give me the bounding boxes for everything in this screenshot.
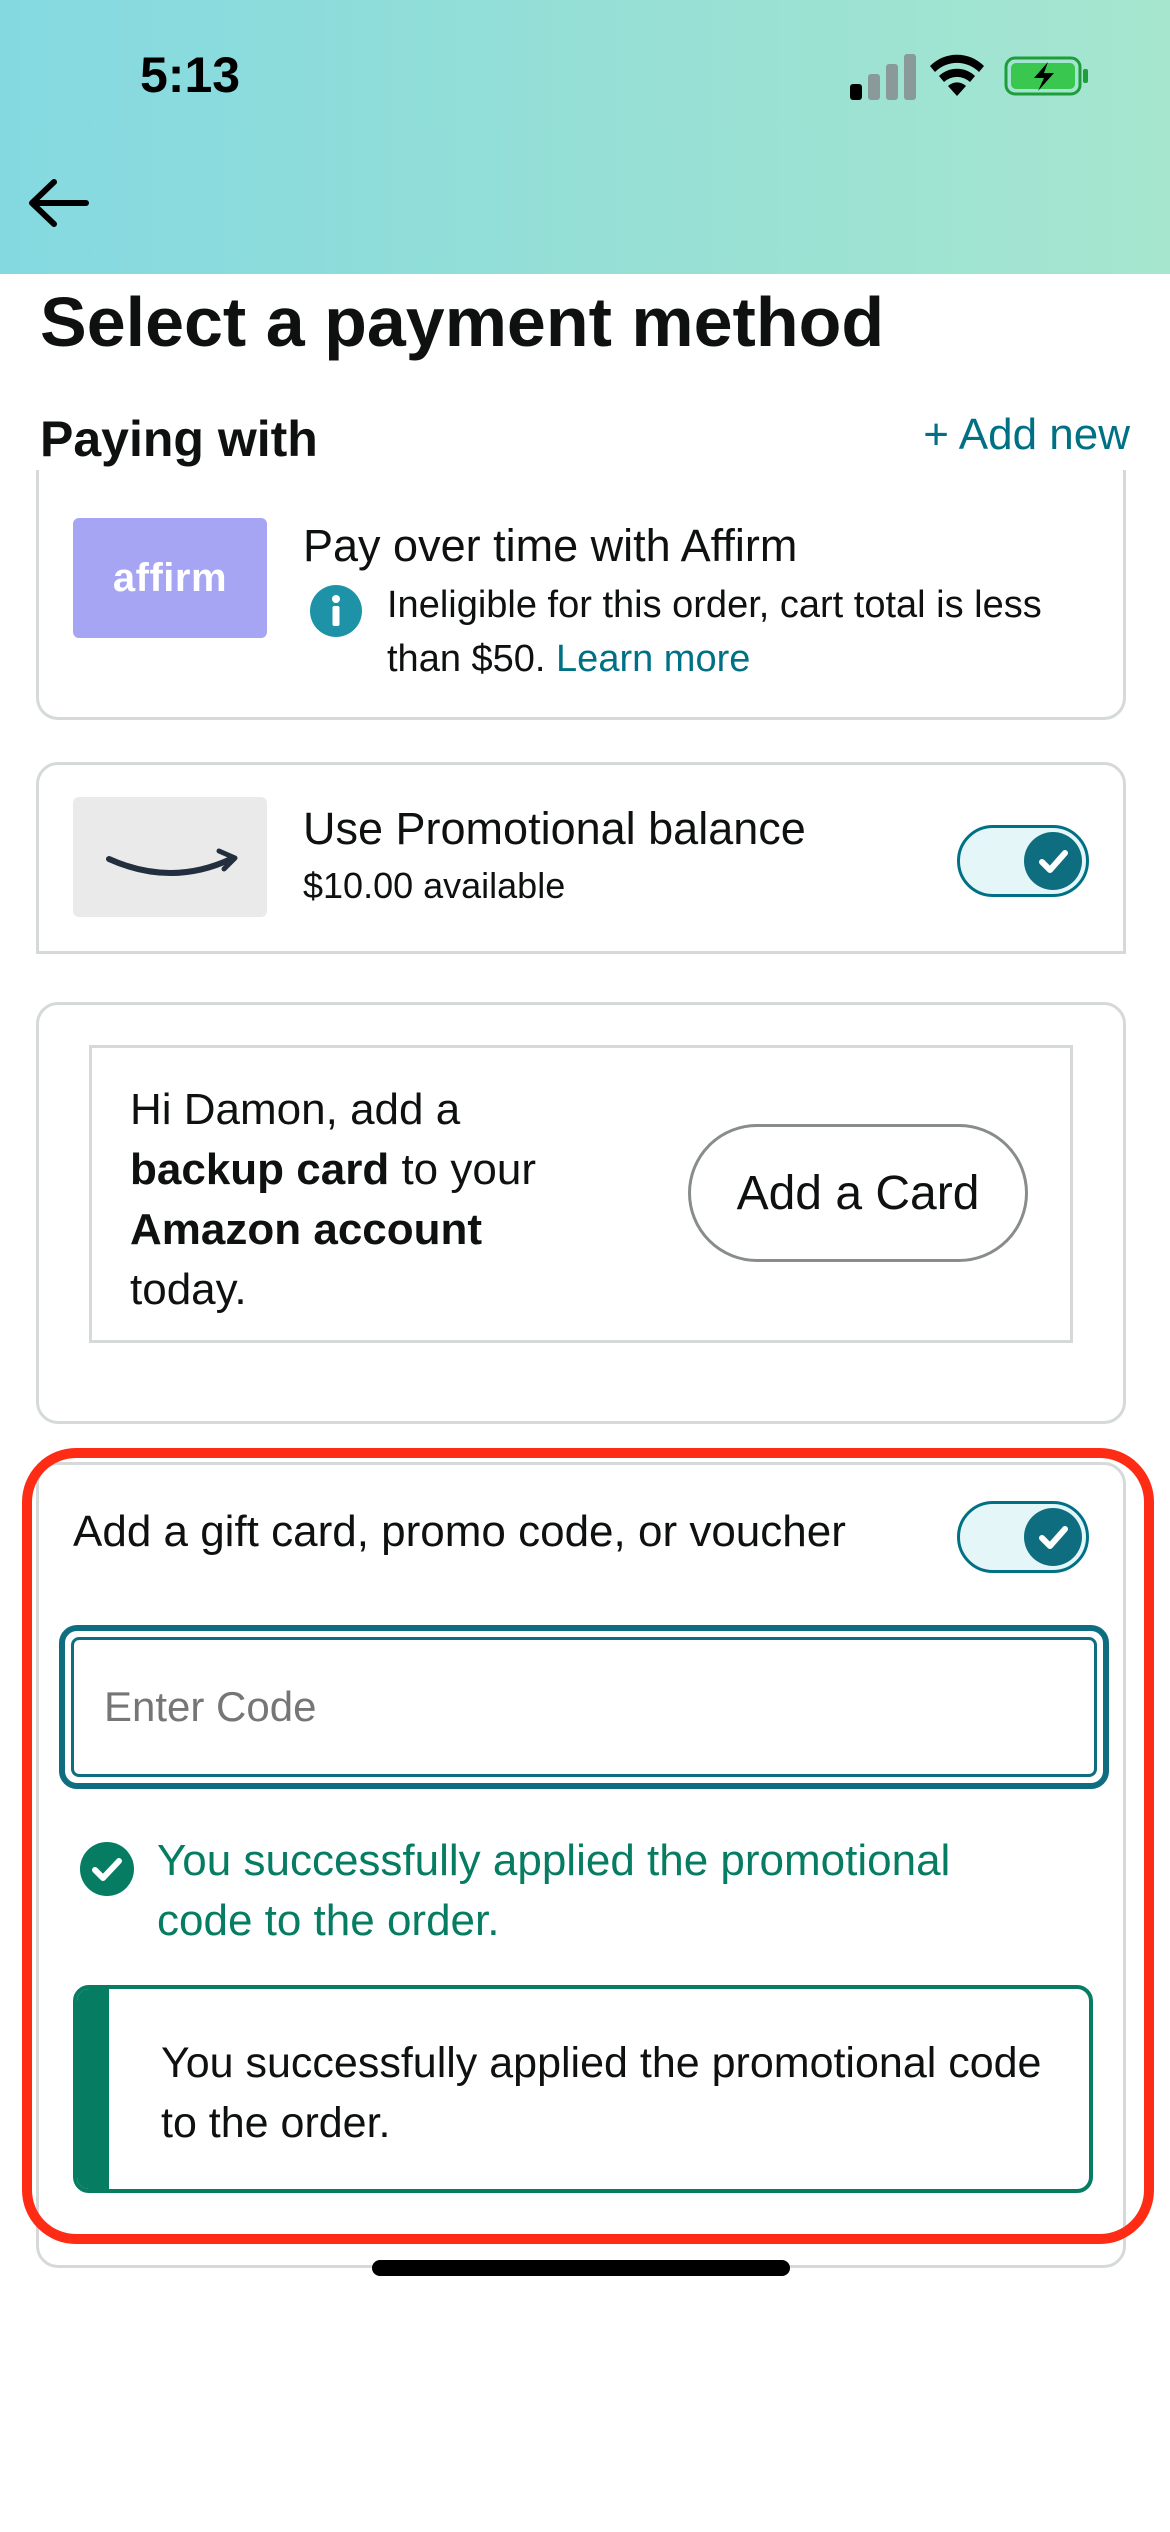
gift-card-toggle[interactable] (957, 1501, 1089, 1573)
wifi-icon (930, 54, 984, 96)
backup-card-message: Hi Damon, add a backup card to your Amaz… (130, 1080, 600, 1320)
learn-more-link[interactable]: Learn more (556, 638, 750, 680)
cellular-signal-icon (868, 74, 880, 100)
promo-code-input[interactable] (71, 1637, 1097, 1777)
cellular-signal-icon (850, 84, 862, 100)
backup-text-bold2: Amazon account (130, 1205, 483, 1254)
check-icon (1024, 1508, 1082, 1566)
backup-text-line2: to your (401, 1145, 536, 1194)
gift-card-title: Add a gift card, promo code, or voucher (73, 1507, 846, 1556)
app-header: 5:13 (0, 0, 1170, 274)
battery-charging-icon (1004, 56, 1088, 96)
paying-with-title: Paying with (40, 411, 318, 467)
promotional-balance-available: $10.00 available (303, 865, 566, 906)
success-check-icon (80, 1842, 134, 1896)
status-icons (850, 52, 1090, 100)
page-title: Select a payment method (40, 283, 885, 361)
success-message: You successfully applied the promotional… (157, 1836, 951, 1945)
info-icon (310, 585, 362, 637)
cellular-signal-icon (904, 54, 916, 100)
amazon-smile-icon (106, 848, 238, 876)
affirm-ineligible-note: Ineligible for this order, cart total is… (387, 578, 1087, 686)
backup-text-line3: today. (130, 1265, 247, 1314)
alert-stripe (77, 1989, 109, 2189)
add-a-card-button[interactable]: Add a Card (688, 1124, 1028, 1262)
backup-text-bold1: backup card (130, 1145, 390, 1194)
affirm-title: Pay over time with Affirm (303, 520, 798, 571)
backup-text-line1: Hi Damon, add a (130, 1085, 461, 1134)
back-arrow-icon[interactable] (24, 168, 94, 238)
affirm-logo: affirm (73, 518, 267, 638)
gift-card-section: Add a gift card, promo code, or voucher … (36, 1462, 1126, 2268)
promotional-balance-card: Use Promotional balance $10.00 available (36, 762, 1126, 954)
add-new-payment-link[interactable]: + Add new (923, 410, 1130, 460)
amazon-logo (73, 797, 267, 917)
promotional-balance-title: Use Promotional balance (303, 803, 806, 854)
success-alert-box: You successfully applied the promotional… (73, 1985, 1093, 2193)
cellular-signal-icon (886, 64, 898, 100)
code-input-wrapper (59, 1625, 1109, 1789)
status-time: 5:13 (140, 47, 241, 103)
success-alert-text: You successfully applied the promotional… (161, 2039, 1042, 2147)
affirm-option-card: affirm Pay over time with Affirm Ineligi… (36, 470, 1126, 720)
promotional-balance-toggle[interactable] (957, 825, 1089, 897)
backup-card-box: Hi Damon, add a backup card to your Amaz… (89, 1045, 1073, 1343)
backup-card-promo: Hi Damon, add a backup card to your Amaz… (36, 1002, 1126, 1424)
check-icon (1024, 832, 1082, 890)
home-indicator (372, 2260, 790, 2276)
